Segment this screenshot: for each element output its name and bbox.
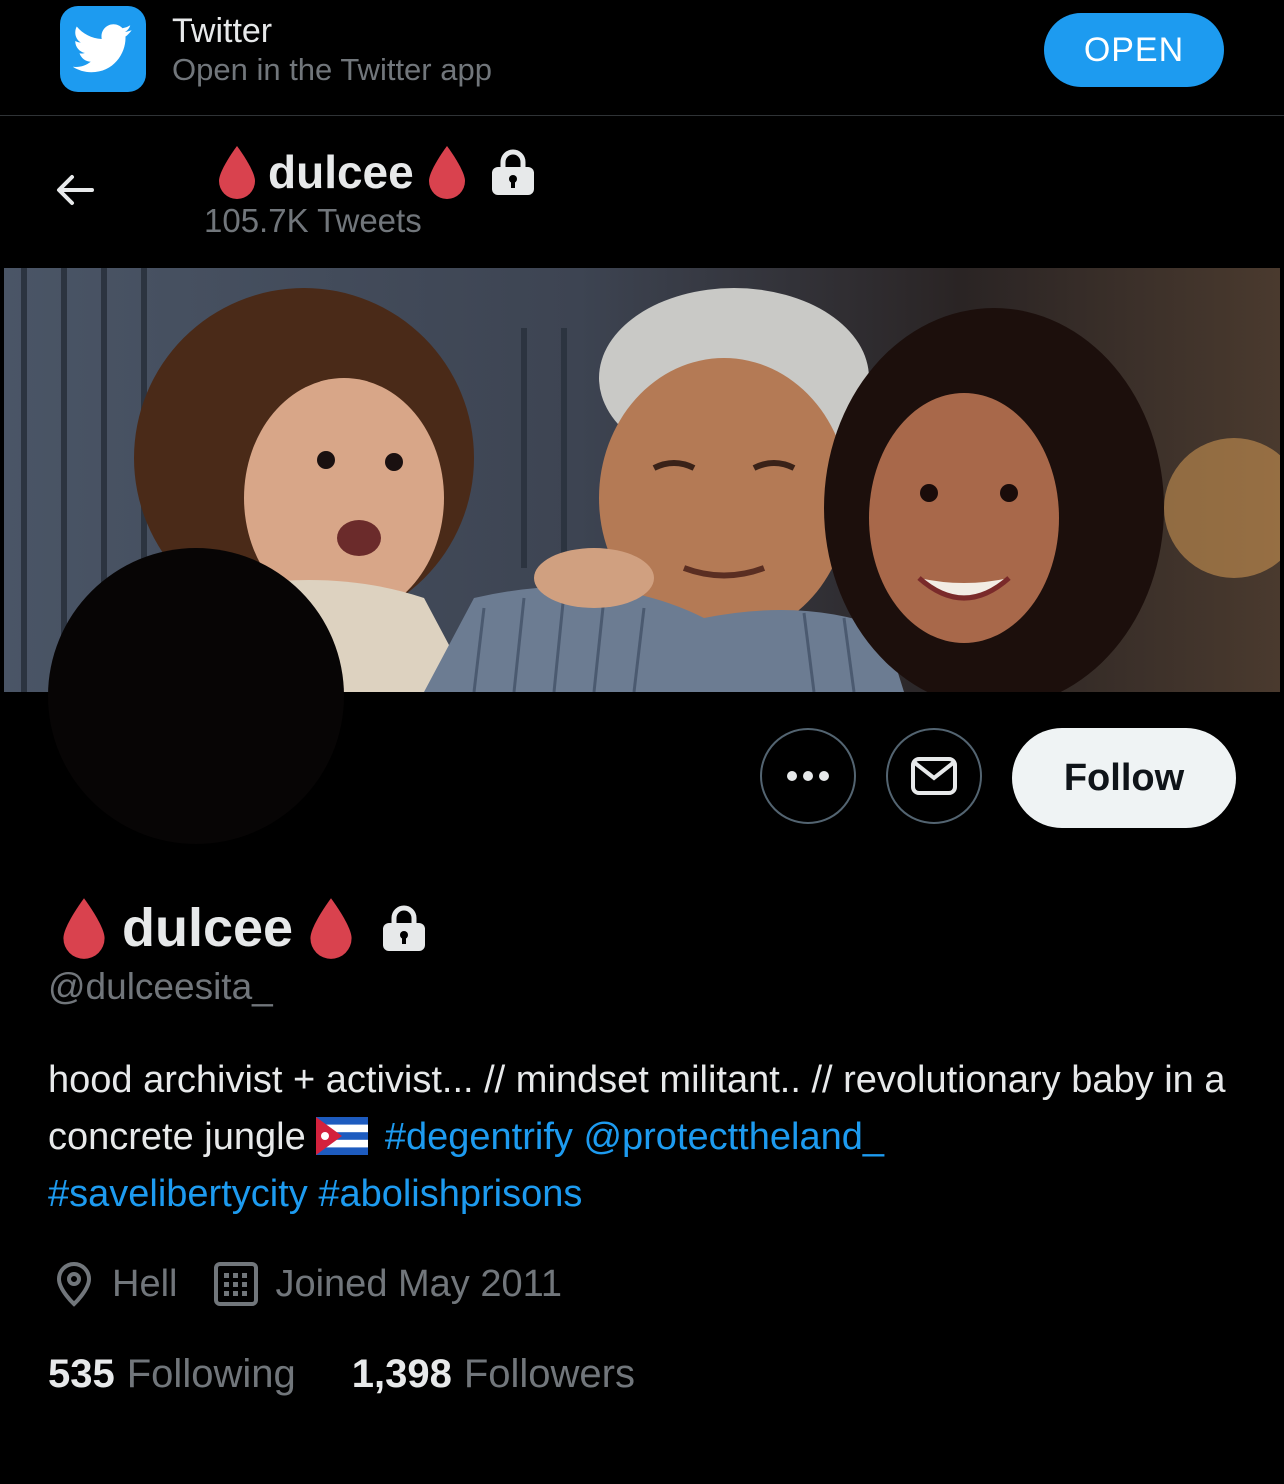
header-display-name: dulcee	[216, 140, 538, 204]
app-name: Twitter	[172, 12, 273, 50]
blood-drop-icon	[310, 898, 352, 959]
more-options-button[interactable]	[760, 728, 856, 824]
calendar-icon	[214, 1262, 259, 1306]
location: Hell	[52, 1261, 177, 1307]
joined-text: Joined May 2011	[275, 1262, 563, 1305]
blood-drop-icon	[428, 146, 465, 199]
mention-link[interactable]: @protecttheland_	[583, 1116, 884, 1158]
profile-handle: @dulceesita_	[48, 966, 273, 1007]
hashtag-link[interactable]: #abolishprisons	[318, 1173, 582, 1215]
profile-bio: hood archivist + activist... // mindset …	[48, 1052, 1248, 1223]
twitter-bird-icon[interactable]	[60, 6, 146, 92]
following-label: Following	[126, 1351, 296, 1396]
app-banner: Twitter Open in the Twitter app OPEN	[0, 0, 1284, 116]
following-link[interactable]: 535 Following	[48, 1352, 296, 1397]
tweet-count: 105.7K Tweets	[204, 202, 422, 239]
joined-date: Joined May 2011	[213, 1261, 562, 1307]
lock-icon	[383, 905, 426, 951]
follow-stats: 535 Following 1,398 Followers	[48, 1346, 691, 1402]
hashtag-link[interactable]: #savelibertycity	[48, 1173, 308, 1215]
lock-icon	[491, 149, 534, 195]
open-app-button[interactable]: OPEN	[1044, 13, 1224, 87]
location-icon	[56, 1261, 92, 1307]
more-icon	[787, 771, 829, 781]
following-count: 535	[48, 1351, 115, 1396]
avatar[interactable]	[48, 548, 344, 844]
profile-display-name: dulcee	[60, 890, 429, 966]
profile-meta: Hell Joined May 2011	[52, 1256, 598, 1312]
header-name-text: dulcee	[268, 146, 414, 198]
hashtag-link[interactable]: #degentrify	[385, 1116, 573, 1158]
blood-drop-icon	[219, 146, 255, 199]
profile-name-text: dulcee	[122, 898, 294, 958]
message-button[interactable]	[886, 728, 982, 824]
followers-link[interactable]: 1,398 Followers	[352, 1352, 635, 1397]
follow-button[interactable]: Follow	[1012, 728, 1236, 828]
followers-label: Followers	[463, 1351, 635, 1396]
location-text: Hell	[112, 1262, 178, 1305]
back-arrow-icon[interactable]	[50, 166, 98, 214]
blood-drop-icon	[63, 898, 105, 959]
cuba-flag-icon	[316, 1117, 369, 1155]
mail-icon	[911, 757, 957, 795]
app-subtitle: Open in the Twitter app	[172, 52, 492, 87]
followers-count: 1,398	[351, 1351, 452, 1396]
